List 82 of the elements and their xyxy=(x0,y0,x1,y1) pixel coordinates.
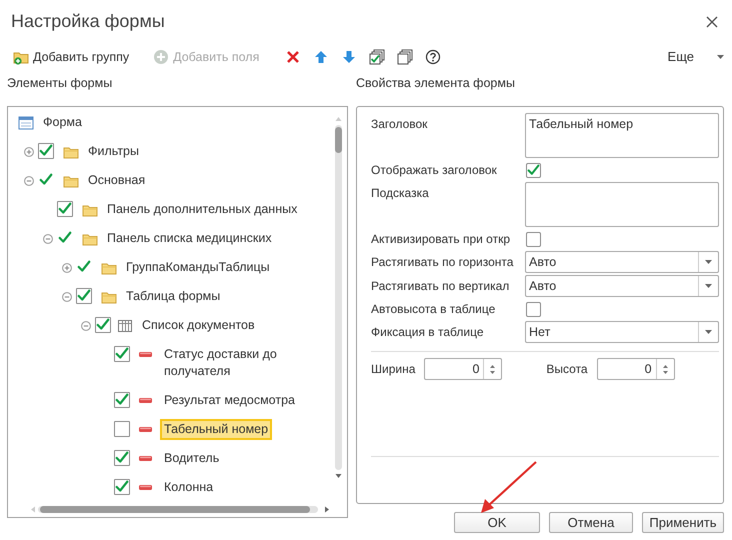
text-area[interactable]: Табельный номер xyxy=(525,113,719,158)
down-arrow-icon[interactable] xyxy=(341,49,358,65)
horizontal-scrollbar[interactable] xyxy=(30,505,330,514)
plus-circle-icon xyxy=(153,49,170,65)
delete-icon[interactable] xyxy=(285,49,302,65)
tree-item[interactable]: Табельный номер xyxy=(162,421,270,438)
tree-item[interactable]: Результат медосмотра xyxy=(164,392,295,409)
checkbox[interactable] xyxy=(526,302,541,316)
increment-icon[interactable] xyxy=(662,364,668,368)
dropdown-field[interactable]: Авто xyxy=(525,275,719,297)
tree-item[interactable]: Фильтры xyxy=(88,143,139,160)
checkbox[interactable] xyxy=(114,479,130,495)
section-title: Элементы формы xyxy=(6,75,114,92)
text-area[interactable] xyxy=(525,182,719,227)
dialog-button[interactable]: Применить xyxy=(642,512,724,533)
field-icon xyxy=(139,398,152,403)
checkbox[interactable] xyxy=(114,450,130,466)
decrement-icon[interactable] xyxy=(662,370,668,374)
increment-icon[interactable] xyxy=(490,364,496,368)
tree-item[interactable]: Колонна xyxy=(164,479,214,496)
up-arrow-icon[interactable] xyxy=(313,49,330,65)
tree-item[interactable]: ГруппаКомандыТаблицы xyxy=(126,259,270,276)
add-group-button[interactable]: Добавить группу xyxy=(10,46,132,68)
collapse-icon[interactable] xyxy=(81,320,91,330)
expand-icon[interactable] xyxy=(62,262,72,272)
form-icon xyxy=(18,114,34,130)
caret-icon[interactable] xyxy=(705,260,712,264)
checkbox[interactable] xyxy=(114,346,130,362)
checkbox[interactable] xyxy=(95,317,111,333)
property-label: Высота xyxy=(546,361,588,378)
tree-item[interactable]: Водитель xyxy=(164,450,220,467)
dropdown-field[interactable]: Нет xyxy=(525,321,719,343)
number-field[interactable]: 0 xyxy=(424,358,502,380)
tree-item[interactable]: Панель дополнительных данных xyxy=(107,201,298,218)
checkbox[interactable] xyxy=(114,392,130,408)
help-icon[interactable] xyxy=(425,49,442,65)
property-label: Автовысота в таблице xyxy=(371,301,496,318)
property-label: Заголовок xyxy=(371,116,428,133)
window-title: Настройка формы xyxy=(11,11,165,31)
checkbox[interactable] xyxy=(526,162,541,178)
tree-item[interactable]: Статус доставки до получателя xyxy=(164,346,328,380)
vertical-scrollbar[interactable] xyxy=(334,115,343,480)
checked-pages-icon[interactable] xyxy=(369,49,386,65)
number-field[interactable]: 0 xyxy=(596,358,675,380)
property-label: Отображать заголовок xyxy=(371,162,498,179)
checkbox[interactable] xyxy=(57,201,73,217)
tree-item[interactable]: Панель списка медицинских xyxy=(107,230,272,247)
table-icon xyxy=(117,318,133,334)
tree-item[interactable]: Основная xyxy=(88,172,146,189)
collapse-icon[interactable] xyxy=(43,234,53,244)
field-icon xyxy=(139,456,152,461)
field-icon xyxy=(139,352,152,357)
checkbox[interactable] xyxy=(114,421,130,437)
caret-icon[interactable] xyxy=(705,284,712,288)
checkbox[interactable] xyxy=(526,232,541,246)
tree-item[interactable]: Форма xyxy=(43,114,82,131)
section-title: Свойства элемента формы xyxy=(355,75,515,92)
tree-item[interactable]: Список документов xyxy=(142,317,255,334)
property-label: Растягивать по вертикал xyxy=(371,278,510,295)
property-label: Активизировать при откр xyxy=(371,231,511,248)
dropdown-field[interactable]: Авто xyxy=(525,251,719,273)
dialog-button[interactable]: Отмена xyxy=(549,512,633,533)
property-label: Фиксация в таблице xyxy=(371,324,484,341)
collapse-icon[interactable] xyxy=(62,292,72,302)
expand-icon[interactable] xyxy=(24,146,34,156)
caret-icon[interactable] xyxy=(717,55,724,59)
pages-icon[interactable] xyxy=(397,49,414,65)
field-icon xyxy=(139,485,152,490)
checkbox[interactable] xyxy=(38,143,54,159)
more-button[interactable]: Еще xyxy=(664,45,697,69)
checkbox[interactable] xyxy=(76,288,92,304)
close-icon[interactable] xyxy=(706,16,718,28)
tree-item[interactable]: Таблица формы xyxy=(126,288,220,305)
property-label: Растягивать по горизонта xyxy=(371,254,514,271)
caret-icon[interactable] xyxy=(705,330,712,334)
decrement-icon[interactable] xyxy=(490,370,496,374)
collapse-icon[interactable] xyxy=(24,176,34,186)
property-label: Ширина xyxy=(371,361,416,378)
dialog-button[interactable]: OK xyxy=(454,512,540,533)
annotation-arrow xyxy=(481,461,537,513)
property-label: Подсказка xyxy=(371,185,430,202)
field-icon xyxy=(139,427,152,432)
